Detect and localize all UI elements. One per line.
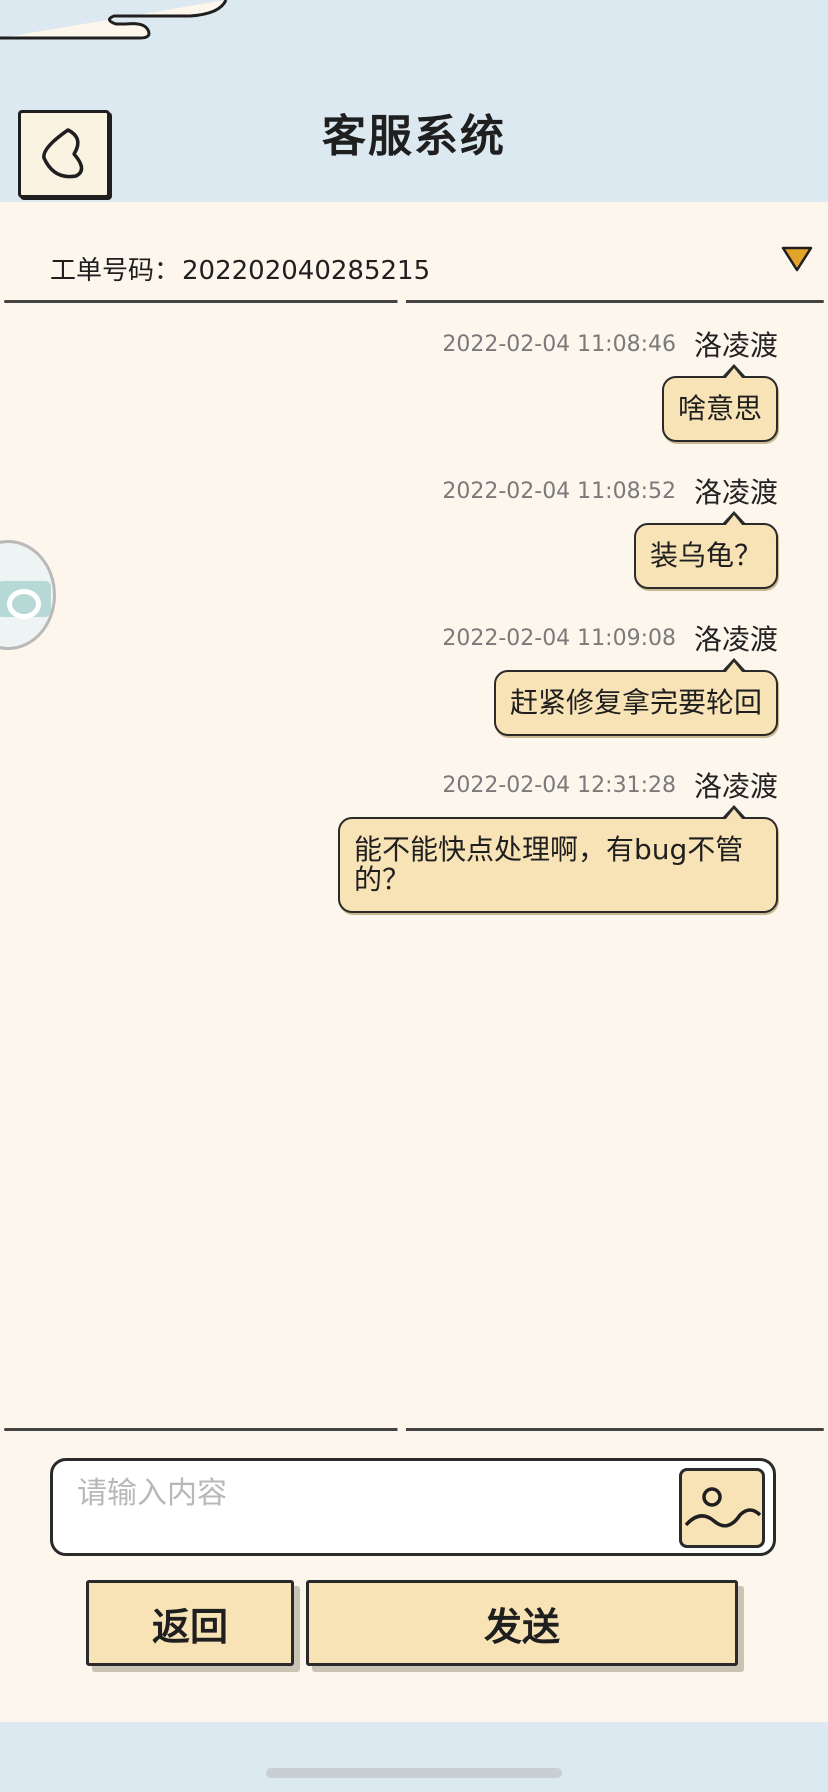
message-time: 2022-02-04 12:31:28 [442, 772, 676, 798]
message-bubble: 啥意思 [661, 364, 778, 442]
message-input-box [50, 1458, 776, 1556]
ticket-dropdown-toggle[interactable] [780, 244, 814, 278]
message-input[interactable] [77, 1473, 637, 1513]
message-user: 洛凌渡 [693, 476, 778, 509]
message-bubble: 装乌龟？ [633, 511, 778, 589]
message-user: 洛凌渡 [693, 623, 778, 656]
message-meta: 2022-02-04 11:08:52 洛凌渡 [442, 471, 778, 511]
send-button[interactable]: 发送 [306, 1580, 738, 1666]
message-bubble: 能不能快点处理啊，有bug不管的？ [338, 805, 778, 913]
message-meta: 2022-02-04 12:31:28 洛凌渡 [338, 765, 778, 805]
message-time: 2022-02-04 11:09:08 [442, 625, 676, 651]
ticket-label: 工单号码： [50, 256, 181, 286]
return-button[interactable]: 返回 [86, 1580, 294, 1666]
message-meta: 2022-02-04 11:09:08 洛凌渡 [442, 618, 778, 658]
message-item: 2022-02-04 12:31:28 洛凌渡 能不能快点处理啊，有bug不管的？ [338, 765, 778, 913]
divider [4, 300, 824, 303]
home-indicator[interactable] [266, 1768, 562, 1778]
message-user: 洛凌渡 [693, 770, 778, 803]
ticket-row: 工单号码：202202040285215 [0, 242, 828, 294]
divider [4, 1428, 824, 1431]
message-time: 2022-02-04 11:08:52 [442, 478, 676, 504]
message-item: 2022-02-04 11:09:08 洛凌渡 赶紧修复拿完要轮回 [442, 618, 778, 736]
message-item: 2022-02-04 11:08:52 洛凌渡 装乌龟？ [442, 471, 778, 589]
ticket-info: 工单号码：202202040285215 [50, 250, 430, 287]
chat-content: 工单号码：202202040285215 2022-02-04 11:08:46… [0, 202, 828, 1722]
message-item: 2022-02-04 11:08:46 洛凌渡 啥意思 [442, 324, 778, 442]
image-icon [684, 1487, 762, 1528]
message-meta: 2022-02-04 11:08:46 洛凌渡 [442, 324, 778, 364]
message-time: 2022-02-04 11:08:46 [442, 331, 676, 357]
app-logo-icon [0, 581, 51, 619]
triangle-down-icon [781, 246, 813, 272]
ticket-number: 202202040285215 [182, 256, 431, 286]
header: 客服系统 [0, 0, 828, 202]
message-user: 洛凌渡 [693, 329, 778, 362]
message-bubble: 赶紧修复拿完要轮回 [493, 658, 778, 736]
bottom-bar [0, 1722, 828, 1792]
page-title: 客服系统 [322, 111, 506, 162]
message-list[interactable]: 2022-02-04 11:08:46 洛凌渡 啥意思 2022-02-04 11… [0, 324, 828, 1414]
image-upload-button[interactable] [679, 1468, 765, 1548]
cloud-decoration [0, 0, 228, 40]
